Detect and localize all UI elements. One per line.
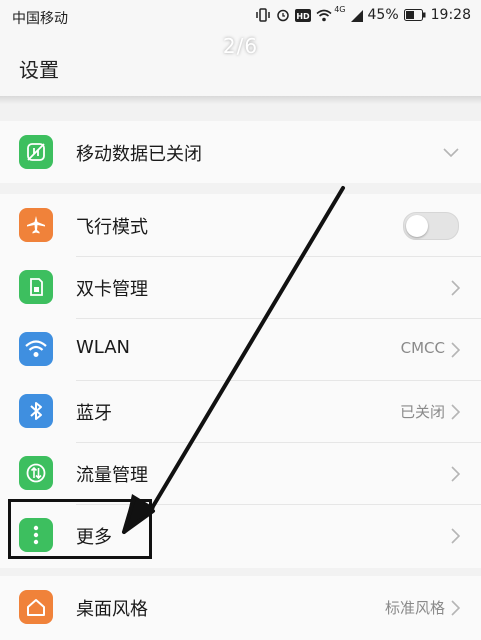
annotation-arrow (122, 186, 345, 534)
